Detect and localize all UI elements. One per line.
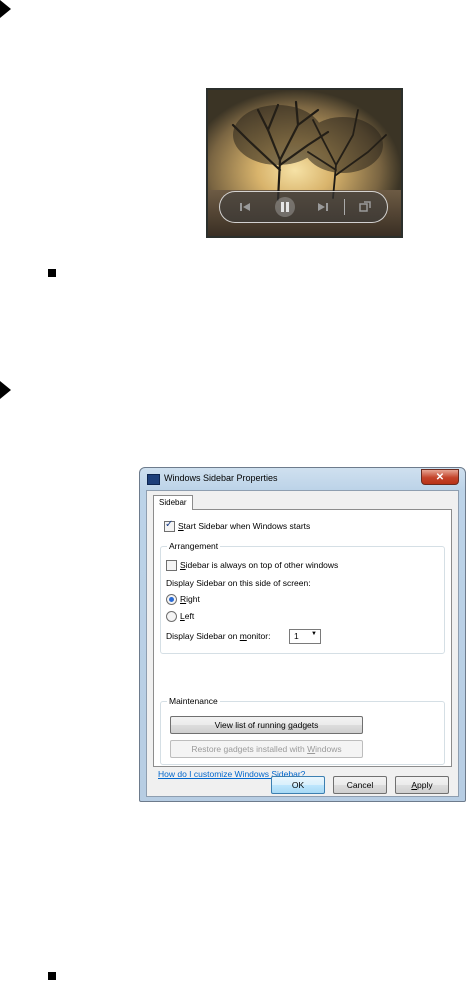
- next-icon[interactable]: [312, 192, 334, 222]
- step-arrow-1: [0, 0, 11, 18]
- sidebar-app-icon: [147, 474, 160, 485]
- maintenance-group: Maintenance View list of running gadgets…: [160, 696, 445, 765]
- step-arrow-2: [0, 381, 11, 399]
- arrangement-group: Arrangement Sidebar is always on top of …: [160, 541, 445, 654]
- right-label: Right: [180, 594, 200, 604]
- close-button[interactable]: ✕: [421, 469, 459, 485]
- view-icon[interactable]: [354, 192, 376, 222]
- slideshow-gadget: [206, 88, 403, 238]
- monitor-select[interactable]: 1 ▼: [289, 629, 321, 644]
- start-sidebar-checkbox[interactable]: [164, 519, 175, 532]
- tab-panel: Start Sidebar when Windows starts Arrang…: [153, 509, 452, 779]
- left-label: Left: [180, 611, 195, 621]
- right-radio[interactable]: [166, 594, 177, 605]
- tab-sidebar[interactable]: Sidebar: [153, 495, 193, 510]
- left-radio[interactable]: [166, 611, 177, 622]
- monitor-label: Display Sidebar on monitor:: [166, 631, 271, 641]
- bullet-2: [48, 972, 56, 980]
- dialog-title: Windows Sidebar Properties: [164, 473, 278, 483]
- slideshow-controls: [219, 191, 388, 223]
- chevron-down-icon: ▼: [311, 631, 317, 637]
- maintenance-title: Maintenance: [167, 696, 220, 706]
- dialog-client: Sidebar Start Sidebar when Windows start…: [146, 490, 459, 797]
- close-icon: ✕: [435, 471, 445, 483]
- ok-button[interactable]: OK: [271, 776, 325, 794]
- sidebar-properties-dialog: Windows Sidebar Properties ✕ Sidebar Sta…: [139, 467, 466, 802]
- cancel-button[interactable]: Cancel: [333, 776, 387, 794]
- side-of-screen-label: Display Sidebar on this side of screen:: [166, 578, 311, 588]
- monitor-value: 1: [294, 631, 299, 641]
- always-on-top-checkbox[interactable]: [166, 560, 177, 571]
- controls-divider: [344, 199, 345, 215]
- previous-icon[interactable]: [234, 192, 256, 222]
- arrangement-title: Arrangement: [167, 541, 221, 551]
- restore-gadgets-button[interactable]: Restore gadgets installed with Windows: [170, 740, 363, 758]
- start-sidebar-label: Start Sidebar when Windows starts: [178, 521, 311, 531]
- always-on-top-label: Sidebar is always on top of other window…: [180, 560, 339, 570]
- bullet-1: [48, 269, 56, 277]
- pause-icon[interactable]: [272, 192, 298, 222]
- apply-button[interactable]: Apply: [395, 776, 449, 794]
- view-running-gadgets-button[interactable]: View list of running gadgets: [170, 716, 363, 734]
- title-bar[interactable]: Windows Sidebar Properties ✕: [140, 468, 465, 490]
